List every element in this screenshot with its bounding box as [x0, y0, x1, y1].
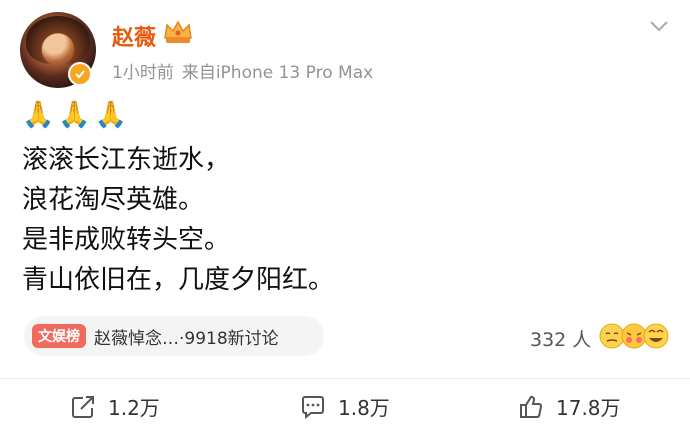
pray-emoji: 🙏 — [22, 100, 55, 130]
post-source: 来自iPhone 13 Pro Max — [181, 63, 374, 83]
pray-emoji: 🙏 — [58, 100, 91, 130]
crown-icon — [164, 20, 192, 43]
share-icon — [72, 395, 94, 418]
action-bar: 1.2万 1.8万 17.8万 — [0, 380, 690, 435]
topic-text: 赵薇悼念…·9918新讨论 — [94, 328, 279, 349]
post-line: 青山依旧在，几度夕阳红。 — [22, 265, 335, 295]
avatar-image — [26, 16, 90, 64]
topic-badge: 文娱榜 — [32, 324, 86, 348]
like-count: 17.8万 — [556, 396, 621, 420]
reaction-faces-icon[interactable] — [598, 320, 670, 352]
post-meta: 1小时前 来自iPhone 13 Pro Max — [112, 58, 373, 83]
share-count: 1.2万 — [108, 396, 160, 420]
verified-badge-icon — [68, 62, 92, 86]
comment-count: 1.8万 — [338, 396, 390, 420]
reaction-count[interactable]: 332 人 — [530, 325, 591, 352]
author-name[interactable]: 赵薇 — [112, 20, 156, 52]
pray-emoji: 🙏 — [94, 100, 128, 130]
like-button[interactable]: 17.8万 — [518, 392, 621, 421]
emoji-row: 🙏 🙏 🙏 — [22, 100, 127, 130]
thumbs-up-icon — [520, 395, 543, 418]
share-button[interactable]: 1.2万 — [70, 392, 160, 421]
topic-card[interactable]: 文娱榜 赵薇悼念…·9918新讨论 — [24, 316, 324, 356]
chevron-down-icon[interactable] — [648, 18, 670, 34]
divider — [0, 378, 690, 379]
comment-icon — [302, 395, 324, 419]
post-line: 浪花淘尽英雄。 — [22, 185, 205, 215]
post-time: 1小时前 — [112, 63, 174, 83]
comment-button[interactable]: 1.8万 — [300, 392, 390, 421]
post-line: 是非成败转头空。 — [22, 225, 231, 255]
post-line: 滚滚长江东逝水， — [22, 145, 231, 175]
post-content: 滚滚长江东逝水， 浪花淘尽英雄。 是非成败转头空。 青山依旧在，几度夕阳红。 — [22, 140, 334, 300]
